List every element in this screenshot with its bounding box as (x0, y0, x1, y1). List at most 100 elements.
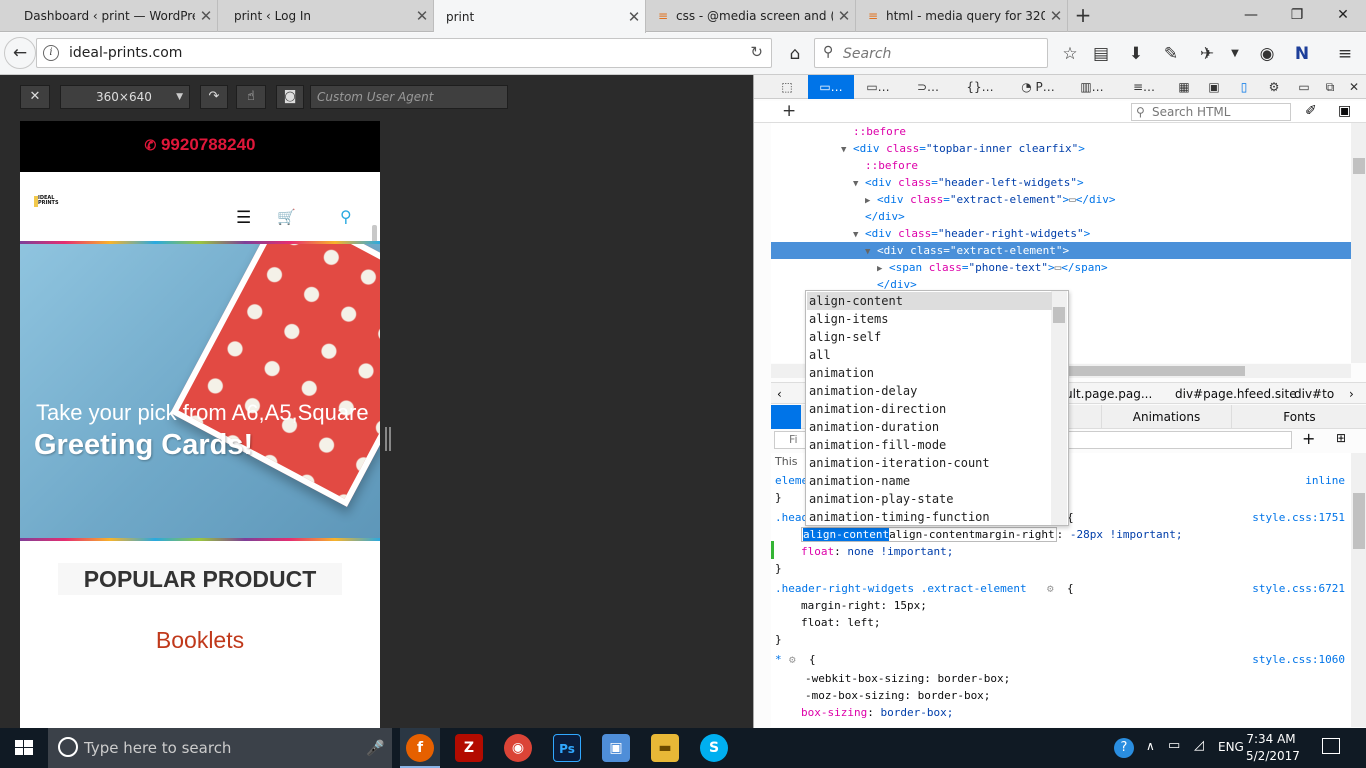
start-button[interactable] (0, 728, 48, 768)
markup-line[interactable]: ▼ <div class="extract-element"> (771, 242, 1351, 259)
property-name[interactable]: float (801, 545, 834, 558)
chevron-left-icon[interactable]: ‹ (777, 383, 782, 403)
search-icon[interactable]: ⚲ (340, 207, 352, 226)
tab-console[interactable]: ▭… (858, 75, 898, 99)
search-html-input[interactable]: ⚲ Search HTML (1131, 103, 1291, 121)
autocomplete-item[interactable]: align-content (807, 292, 1052, 310)
close-icon[interactable]: ✕ (1342, 75, 1366, 99)
n-extension-icon[interactable]: N (1287, 39, 1317, 69)
hamburger-icon[interactable]: ☰ (236, 208, 251, 228)
rule-source[interactable]: style.css:1060 (1252, 651, 1345, 668)
extension-icon[interactable]: ✈ (1192, 39, 1222, 69)
add-node-icon[interactable]: + (782, 101, 796, 121)
cart-icon[interactable]: 🛒 (277, 208, 296, 226)
property-value[interactable]: none !important; (847, 545, 953, 558)
device-size-select[interactable]: 360×640 ▼ (60, 85, 190, 109)
autocomplete-item[interactable]: animation-name (807, 472, 1052, 490)
breadcrumb-item[interactable]: div#page.hfeed.site (1175, 383, 1297, 403)
clock[interactable]: 7:34 AM 5/2/2017 (1246, 731, 1300, 765)
tab-rules[interactable] (771, 405, 801, 429)
viewport-resize-handle[interactable] (385, 427, 391, 451)
markup-line[interactable]: ▼ <div class="topbar-inner clearfix"> (771, 140, 1351, 157)
skype-icon[interactable]: S (700, 734, 728, 762)
rule-selector[interactable]: * (775, 653, 782, 666)
search-bar[interactable]: ⚲ Search (814, 38, 1048, 68)
responsive-mode-icon[interactable]: ▯ (1232, 75, 1256, 99)
firefox-icon[interactable]: f (406, 734, 434, 762)
info-icon[interactable]: i (43, 45, 59, 61)
close-icon[interactable]: ✕ (411, 7, 433, 25)
rule-source[interactable]: style.css:1751 (1252, 509, 1345, 526)
screenshot-node-icon[interactable]: ▣ (1338, 103, 1351, 119)
eyedropper-icon[interactable]: ✐ (1305, 103, 1317, 119)
markup-line[interactable]: ::before (771, 157, 1351, 174)
close-icon[interactable]: ✕ (1045, 7, 1067, 25)
autocomplete-item[interactable]: animation-duration (807, 418, 1052, 436)
hero-banner[interactable]: Take your pick from A6,A5,Square Greetin… (20, 244, 380, 538)
download-icon[interactable]: ⬇ (1121, 39, 1151, 69)
rule-source[interactable]: inline (1305, 472, 1345, 489)
menu-icon[interactable]: ≡ (1330, 39, 1360, 69)
tab-style-editor[interactable]: {}… (960, 75, 1000, 99)
tab-print[interactable]: print ✕ (434, 0, 646, 33)
rotate-icon[interactable]: ↷ (200, 85, 228, 109)
autocomplete-item[interactable]: animation-play-state (807, 490, 1052, 508)
tab-debugger[interactable]: ⊃… (906, 75, 950, 99)
settings-icon[interactable]: ⚙ (1262, 75, 1286, 99)
pick-element-icon[interactable]: ⬚ (774, 75, 800, 99)
property-value[interactable]: -28px !important; (1070, 528, 1183, 541)
rule-1-prop-edit[interactable]: align-contentalign-contentmargin-right: … (775, 526, 1351, 543)
phone-bar[interactable]: ✆ 9920788240 (20, 121, 380, 172)
rule-selector[interactable]: .header-right-widgets .extract-element (775, 582, 1027, 595)
chrome-icon[interactable]: ◉ (504, 734, 532, 762)
home-icon[interactable]: ⌂ (780, 39, 810, 69)
rule-3-prop-2[interactable]: -moz-box-sizing: border-box; (775, 687, 1351, 704)
notifications-icon[interactable] (1322, 738, 1340, 754)
url-bar[interactable]: i ideal-prints.com ↻ (36, 38, 772, 68)
taskbar-search[interactable]: Type here to search 🎤 (48, 728, 392, 768)
autocomplete-item[interactable]: animation-direction (807, 400, 1052, 418)
markup-line[interactable]: ▶ <div class="extract-element">▭</div> (771, 191, 1351, 208)
rules-scrollbar[interactable] (1351, 453, 1366, 727)
close-window-button[interactable]: ✕ (1320, 0, 1366, 30)
camera-icon[interactable]: ◙ (276, 85, 304, 109)
dock-bottom-icon[interactable]: ▭ (1292, 75, 1316, 99)
wifi-icon[interactable]: ◿ (1194, 738, 1204, 753)
rule-3-prop-1[interactable]: -webkit-box-sizing: border-box; (775, 670, 1351, 687)
virtualbox-icon[interactable]: ▣ (602, 734, 630, 762)
tab-memory[interactable]: ▥… (1070, 75, 1114, 99)
tab-network[interactable]: ≡… (1124, 75, 1164, 99)
product-title[interactable]: Booklets (20, 627, 380, 654)
bookmark-star-icon[interactable]: ☆ (1055, 39, 1085, 69)
tab-performance[interactable]: ◔ P… (1016, 75, 1060, 99)
close-icon[interactable]: ✕ (20, 85, 50, 109)
library-icon[interactable]: ▤ (1086, 39, 1116, 69)
chrome-icon[interactable]: ◉ (1252, 39, 1282, 69)
new-tab-button[interactable]: + (1068, 0, 1098, 32)
autocomplete-item[interactable]: align-items (807, 310, 1052, 328)
rule-2-prop-1[interactable]: margin-right: 15px; (775, 597, 1351, 614)
scratchpad-icon[interactable]: ▣ (1202, 75, 1226, 99)
markup-line[interactable]: ▼ <div class="header-right-widgets"> (771, 225, 1351, 242)
undock-icon[interactable]: ⧉ (1318, 75, 1342, 99)
url-text[interactable]: ideal-prints.com (69, 45, 182, 61)
rule-selector[interactable]: .head (775, 511, 808, 524)
language-indicator[interactable]: ENG (1218, 740, 1244, 754)
tab-animations[interactable]: Animations (1101, 405, 1231, 429)
autocomplete-item[interactable]: animation (807, 364, 1052, 382)
autocomplete-item[interactable]: animation-timing-function (807, 508, 1052, 525)
autocomplete-item[interactable]: animation-delay (807, 382, 1052, 400)
markup-line[interactable]: ::before (771, 123, 1351, 140)
battery-icon[interactable]: ▭ (1168, 738, 1180, 753)
restore-button[interactable]: ❐ (1274, 0, 1320, 30)
add-rule-icon[interactable]: + (1302, 429, 1315, 448)
tab-inspector[interactable]: ▭… (808, 75, 854, 99)
markup-scrollbar[interactable] (1351, 123, 1366, 363)
tab-css-media[interactable]: ≡ css - @media screen and (m ✕ (646, 0, 856, 32)
tab-html-media[interactable]: ≡ html - media query for 320p ✕ (856, 0, 1068, 32)
close-icon[interactable]: ✕ (623, 8, 645, 26)
property-edit-text[interactable]: align-contentmargin-right (889, 528, 1055, 541)
property-value[interactable]: border-box; (880, 706, 953, 719)
rule-selector[interactable]: eleme (775, 474, 808, 487)
back-button[interactable]: ← (4, 37, 36, 69)
